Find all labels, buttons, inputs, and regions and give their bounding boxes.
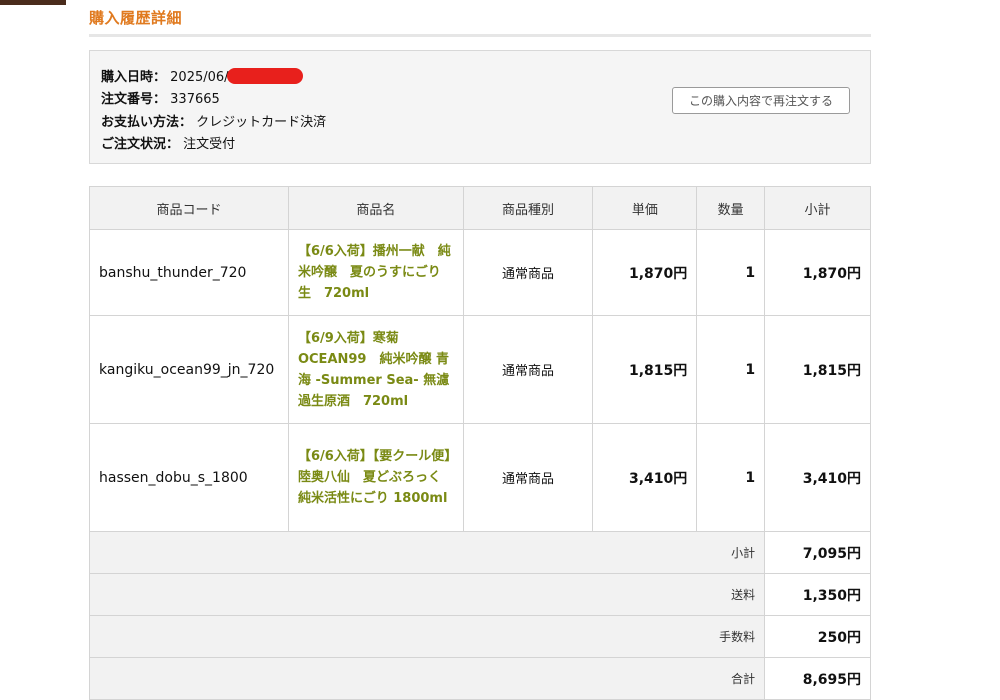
product-type: 通常商品 [462, 315, 594, 424]
summary-label: 小計 [88, 531, 766, 574]
summary-label: 送料 [88, 573, 766, 616]
header-quantity: 数量 [696, 186, 766, 230]
header-product-name: 商品名 [287, 186, 464, 230]
row-subtotal: 1,815円 [764, 315, 871, 424]
table-header-row: 商品コード 商品名 商品種別 単価 数量 小計 [89, 186, 871, 230]
page-title: 購入履歴詳細 [89, 9, 183, 27]
header-product-code: 商品コード [89, 186, 289, 230]
table-row: banshu_thunder_720 【6/6入荷】播州一献 純米吟醸 夏のうす… [89, 229, 871, 316]
row-subtotal: 3,410円 [764, 423, 871, 532]
title-divider [89, 34, 871, 37]
order-status-value: 注文受付 [183, 137, 236, 152]
product-type: 通常商品 [462, 423, 594, 532]
product-name-cell: 【6/6入荷】播州一献 純米吟醸 夏のうすにごり 生 720ml [287, 229, 464, 316]
summary-row-shipping: 送料 1,350円 [88, 573, 871, 616]
summary-value: 1,350円 [764, 573, 871, 616]
product-code: banshu_thunder_720 [89, 229, 289, 316]
table-row: hassen_dobu_s_1800 【6/6入荷】【要クール便】陸奥八仙 夏ど… [89, 423, 871, 532]
summary-value: 250円 [764, 615, 871, 658]
payment-method-label: お支払い方法： [101, 115, 193, 130]
order-date-label: 購入日時： [101, 70, 167, 85]
unit-price: 1,815円 [592, 315, 698, 424]
product-name-link[interactable]: 【6/6入荷】播州一献 純米吟醸 夏のうすにごり 生 720ml [298, 244, 454, 301]
unit-price: 3,410円 [592, 423, 698, 532]
order-number-row: 注文番号： 337665 [101, 88, 220, 107]
summary-row-total: 合計 8,695円 [88, 657, 871, 700]
redaction-mark [226, 68, 303, 84]
header-corner-block [0, 0, 66, 5]
product-type: 通常商品 [462, 229, 594, 316]
quantity: 1 [696, 229, 766, 316]
summary-row-subtotal: 小計 7,095円 [88, 531, 871, 574]
summary-label: 手数料 [88, 615, 766, 658]
order-items-table: 商品コード 商品名 商品種別 単価 数量 小計 banshu_thunder_7… [88, 186, 871, 700]
product-code: kangiku_ocean99_jn_720 [89, 315, 289, 424]
payment-method-row: お支払い方法： クレジットカード決済 [101, 111, 326, 130]
header-product-type: 商品種別 [462, 186, 594, 230]
product-code: hassen_dobu_s_1800 [89, 423, 289, 532]
order-date-row: 購入日時： 2025/06/0 [101, 66, 303, 85]
product-name-link[interactable]: 【6/9入荷】寒菊 OCEAN99 純米吟醸 青海 -Summer Sea- 無… [298, 331, 449, 409]
unit-price: 1,870円 [592, 229, 698, 316]
product-name-cell: 【6/9入荷】寒菊 OCEAN99 純米吟醸 青海 -Summer Sea- 無… [287, 315, 464, 424]
row-subtotal: 1,870円 [764, 229, 871, 316]
order-status-label: ご注文状況： [101, 137, 180, 152]
product-name-link[interactable]: 【6/6入荷】【要クール便】陸奥八仙 夏どぶろっく 純米活性にごり 1800ml [298, 449, 454, 506]
header-subtotal: 小計 [764, 186, 871, 230]
payment-method-value: クレジットカード決済 [196, 115, 327, 130]
product-name-cell: 【6/6入荷】【要クール便】陸奥八仙 夏どぶろっく 純米活性にごり 1800ml [287, 423, 464, 532]
summary-value: 7,095円 [764, 531, 871, 574]
header-unit-price: 単価 [592, 186, 698, 230]
summary-value: 8,695円 [764, 657, 871, 700]
table-row: kangiku_ocean99_jn_720 【6/9入荷】寒菊 OCEAN99… [89, 315, 871, 424]
order-status-row: ご注文状況： 注文受付 [101, 133, 235, 152]
order-number-label: 注文番号： [101, 92, 167, 107]
quantity: 1 [696, 423, 766, 532]
summary-label: 合計 [88, 657, 766, 700]
order-number-value: 337665 [170, 92, 220, 107]
summary-row-fee: 手数料 250円 [88, 615, 871, 658]
order-info-box: 購入日時： 2025/06/0 注文番号： 337665 お支払い方法： クレジ… [89, 50, 871, 164]
quantity: 1 [696, 315, 766, 424]
reorder-button[interactable]: この購入内容で再注文する [672, 87, 850, 114]
